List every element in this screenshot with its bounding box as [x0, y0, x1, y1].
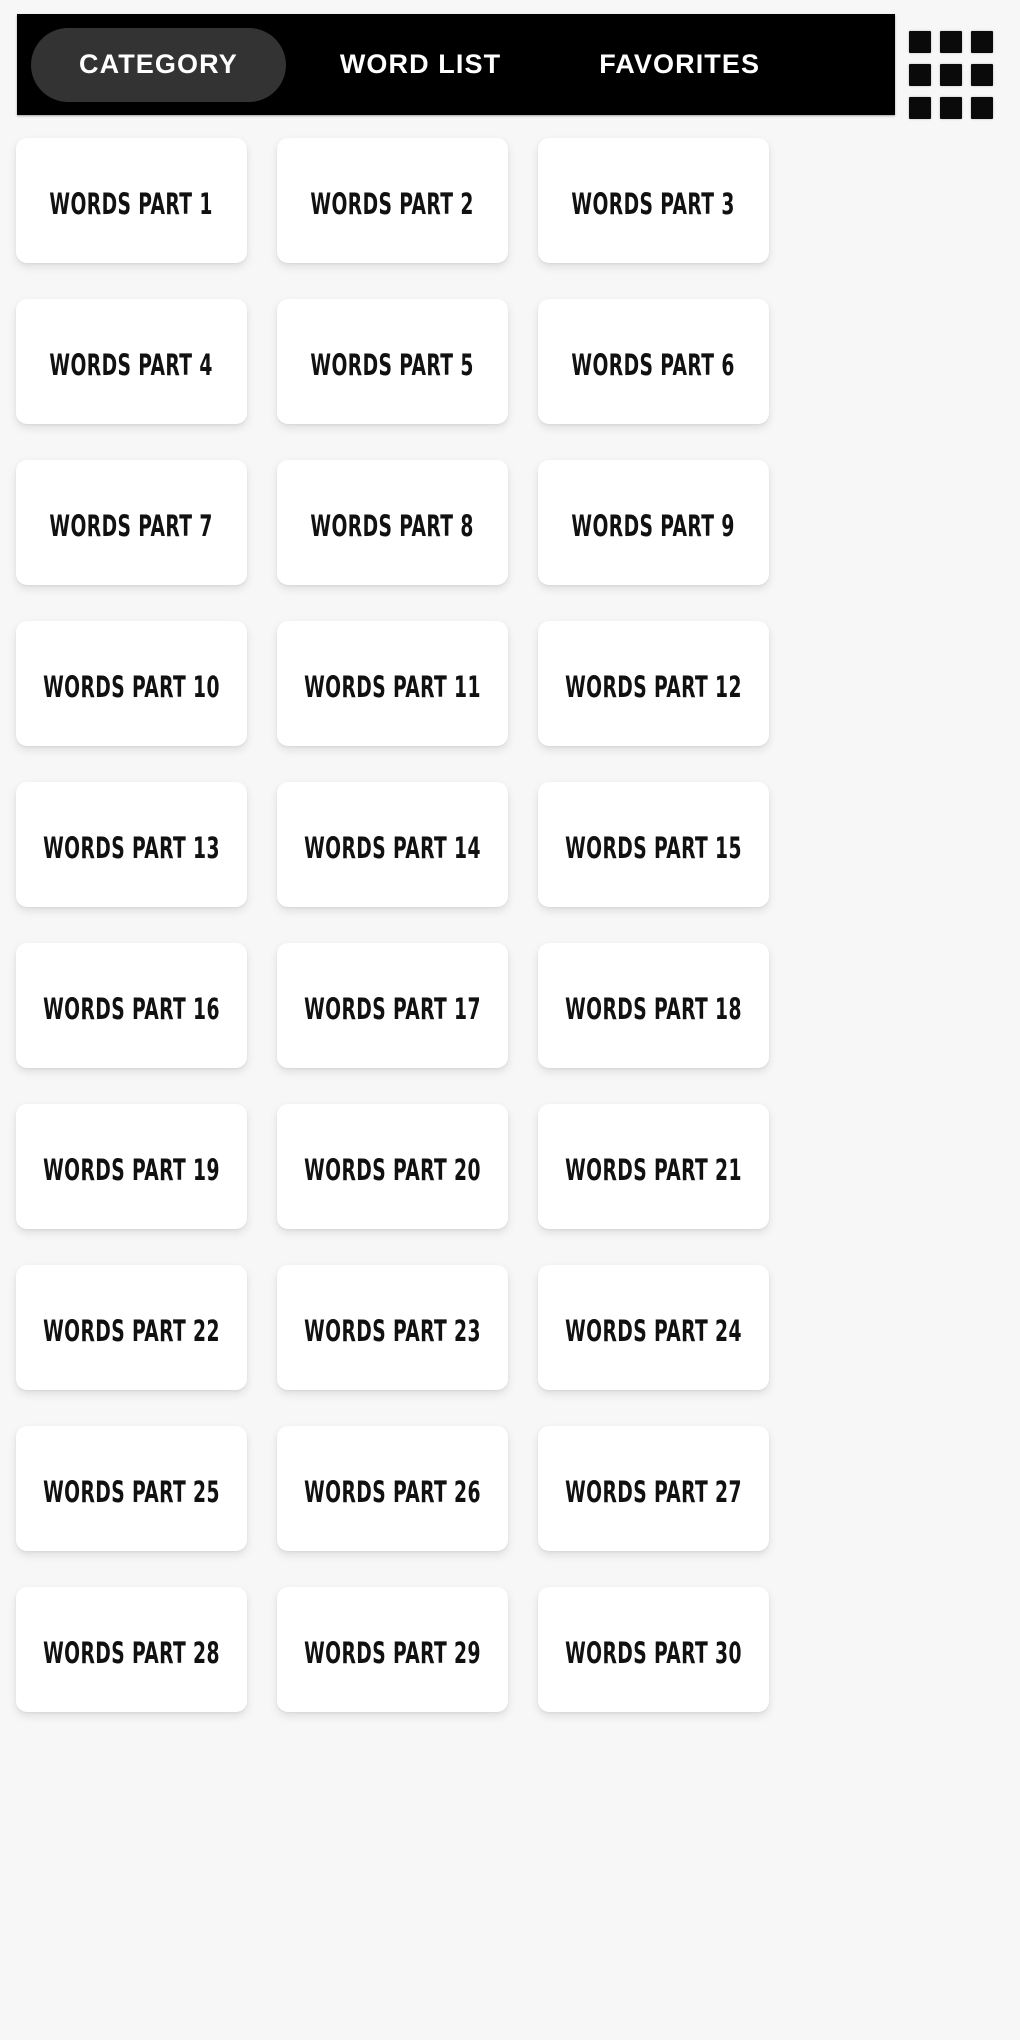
- category-card-label: WORDS PART 7: [49, 509, 214, 544]
- grid-cell: [909, 31, 931, 53]
- category-card-label: WORDS PART 8: [310, 509, 475, 544]
- category-card[interactable]: WORDS PART 26: [277, 1426, 508, 1551]
- app-root: CATEGORY WORD LIST FAVORITES WORDS PART …: [0, 0, 1020, 2040]
- category-card[interactable]: WORDS PART 21: [538, 1104, 769, 1229]
- grid-cell: [940, 31, 962, 53]
- category-card[interactable]: WORDS PART 8: [277, 460, 508, 585]
- tab-word-list-label: WORD LIST: [339, 49, 502, 79]
- grid-cell: [909, 97, 931, 119]
- category-card[interactable]: WORDS PART 15: [538, 782, 769, 907]
- category-card[interactable]: WORDS PART 3: [538, 138, 769, 263]
- category-card[interactable]: WORDS PART 7: [16, 460, 247, 585]
- grid-cell: [971, 64, 993, 86]
- category-card[interactable]: WORDS PART 29: [277, 1587, 508, 1712]
- category-card[interactable]: WORDS PART 14: [277, 782, 508, 907]
- category-card-label: WORDS PART 15: [565, 831, 742, 866]
- tab-bar: CATEGORY WORD LIST FAVORITES: [17, 14, 895, 115]
- tab-word-list[interactable]: WORD LIST: [296, 28, 545, 102]
- grid-cell: [971, 97, 993, 119]
- category-card[interactable]: WORDS PART 20: [277, 1104, 508, 1229]
- category-card-label: WORDS PART 19: [43, 1153, 220, 1188]
- category-card[interactable]: WORDS PART 2: [277, 138, 508, 263]
- category-card-label: WORDS PART 9: [571, 509, 736, 544]
- category-card[interactable]: WORDS PART 24: [538, 1265, 769, 1390]
- category-card-label: WORDS PART 21: [565, 1153, 742, 1188]
- category-card-label: WORDS PART 18: [565, 992, 742, 1027]
- tab-favorites-label: FAVORITES: [599, 49, 761, 79]
- category-card[interactable]: WORDS PART 17: [277, 943, 508, 1068]
- category-card[interactable]: WORDS PART 1: [16, 138, 247, 263]
- category-card[interactable]: WORDS PART 28: [16, 1587, 247, 1712]
- category-card-label: WORDS PART 4: [49, 348, 214, 383]
- category-card-label: WORDS PART 24: [565, 1314, 742, 1349]
- category-card-label: WORDS PART 10: [43, 670, 220, 705]
- category-card-label: WORDS PART 23: [304, 1314, 481, 1349]
- category-card-label: WORDS PART 13: [43, 831, 220, 866]
- category-card-label: WORDS PART 3: [571, 187, 736, 222]
- category-card-label: WORDS PART 22: [43, 1314, 220, 1349]
- category-card[interactable]: WORDS PART 9: [538, 460, 769, 585]
- tab-favorites[interactable]: FAVORITES: [555, 28, 804, 102]
- category-card-label: WORDS PART 30: [565, 1636, 742, 1671]
- grid-cell: [909, 64, 931, 86]
- grid-cell: [940, 97, 962, 119]
- category-card-grid: WORDS PART 1 WORDS PART 2 WORDS PART 3 WORD…: [16, 138, 769, 1712]
- category-card[interactable]: WORDS PART 25: [16, 1426, 247, 1551]
- category-card-label: WORDS PART 11: [304, 670, 481, 705]
- category-card-label: WORDS PART 16: [43, 992, 220, 1027]
- category-card-label: WORDS PART 14: [304, 831, 481, 866]
- category-card[interactable]: WORDS PART 13: [16, 782, 247, 907]
- category-card-label: WORDS PART 12: [565, 670, 742, 705]
- category-card[interactable]: WORDS PART 10: [16, 621, 247, 746]
- category-card[interactable]: WORDS PART 12: [538, 621, 769, 746]
- category-card-label: WORDS PART 28: [43, 1636, 220, 1671]
- top-bar: CATEGORY WORD LIST FAVORITES: [0, 0, 1020, 130]
- category-card-label: WORDS PART 5: [310, 348, 475, 383]
- category-card[interactable]: WORDS PART 30: [538, 1587, 769, 1712]
- category-card-label: WORDS PART 1: [49, 187, 214, 222]
- tab-category-label: CATEGORY: [79, 49, 238, 79]
- category-card[interactable]: WORDS PART 22: [16, 1265, 247, 1390]
- category-card[interactable]: WORDS PART 18: [538, 943, 769, 1068]
- category-card[interactable]: WORDS PART 5: [277, 299, 508, 424]
- category-card-label: WORDS PART 27: [565, 1475, 742, 1510]
- grid-menu-icon[interactable]: [909, 31, 993, 119]
- category-card[interactable]: WORDS PART 16: [16, 943, 247, 1068]
- grid-cell: [940, 64, 962, 86]
- category-card[interactable]: WORDS PART 23: [277, 1265, 508, 1390]
- category-card[interactable]: WORDS PART 11: [277, 621, 508, 746]
- category-card-label: WORDS PART 29: [304, 1636, 481, 1671]
- category-card[interactable]: WORDS PART 6: [538, 299, 769, 424]
- category-card-label: WORDS PART 20: [304, 1153, 481, 1188]
- grid-cell: [971, 31, 993, 53]
- category-card[interactable]: WORDS PART 19: [16, 1104, 247, 1229]
- tab-category[interactable]: CATEGORY: [31, 27, 286, 102]
- category-card-label: WORDS PART 25: [43, 1475, 220, 1510]
- category-card-label: WORDS PART 26: [304, 1475, 481, 1510]
- category-card-label: WORDS PART 2: [310, 187, 475, 222]
- category-card[interactable]: WORDS PART 27: [538, 1426, 769, 1551]
- category-card-label: WORDS PART 17: [304, 992, 481, 1027]
- category-card-label: WORDS PART 6: [571, 348, 736, 383]
- category-card[interactable]: WORDS PART 4: [16, 299, 247, 424]
